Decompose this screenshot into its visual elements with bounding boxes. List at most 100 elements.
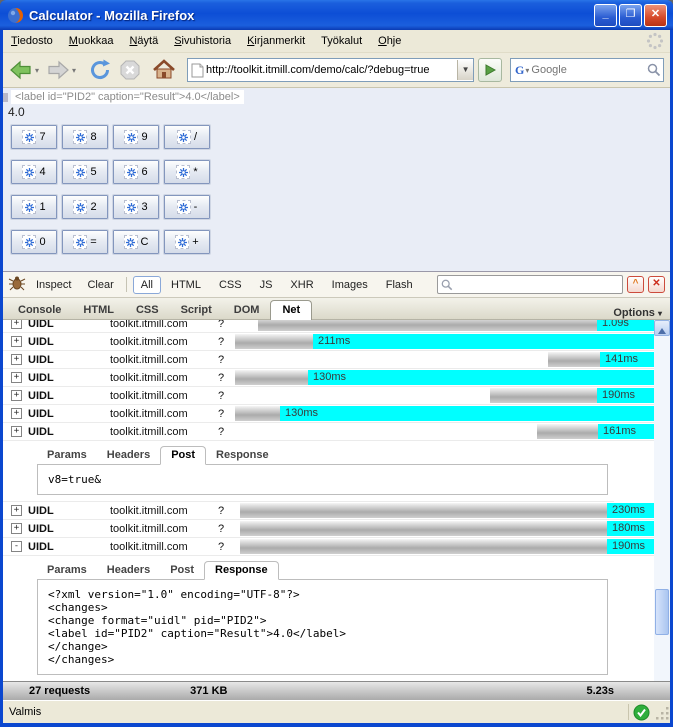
expander-icon[interactable]: + — [11, 408, 22, 419]
menu-item-sivuhistoria[interactable]: Sivuhistoria — [166, 32, 239, 50]
detail-tab-params[interactable]: Params — [37, 562, 97, 579]
calc-button-+[interactable]: + — [163, 229, 211, 255]
tab-html[interactable]: HTML — [72, 301, 125, 319]
detail-tab-headers[interactable]: Headers — [97, 562, 160, 579]
calc-button-5[interactable]: 5 — [61, 159, 109, 185]
menu-item-työkalut[interactable]: Työkalut — [313, 32, 370, 50]
minimize-button[interactable]: _ — [594, 3, 617, 27]
expander-icon[interactable]: + — [11, 354, 22, 365]
calc-button-3[interactable]: 3 — [112, 194, 160, 220]
back-button[interactable]: ▾ — [7, 57, 40, 83]
expander-icon[interactable]: + — [11, 505, 22, 516]
expander-icon[interactable]: + — [11, 372, 22, 383]
tab-console[interactable]: Console — [7, 301, 72, 319]
request-timeline: 1.09s — [235, 320, 654, 331]
calc-button-/[interactable]: / — [163, 124, 211, 150]
calc-button-0[interactable]: 0 — [10, 229, 58, 255]
detail-tab-post[interactable]: Post — [160, 446, 207, 465]
net-request-row[interactable]: + UIDL toolkit.itmill.com? 211ms — [3, 333, 654, 351]
filter-js[interactable]: JS — [252, 276, 281, 294]
firebug-detach-button[interactable]: ^ — [627, 276, 644, 293]
home-button[interactable] — [151, 57, 177, 83]
scroll-up-button[interactable] — [654, 320, 670, 336]
filter-flash[interactable]: Flash — [378, 276, 421, 294]
firebug-search-input[interactable] — [453, 277, 619, 292]
calc-button-1[interactable]: 1 — [10, 194, 58, 220]
tab-css[interactable]: CSS — [125, 301, 170, 319]
waiting-bar — [490, 388, 597, 403]
options-menu[interactable]: Options ▾ — [613, 307, 666, 319]
menu-item-tiedosto[interactable]: Tiedosto — [3, 32, 61, 50]
detail-tab-post[interactable]: Post — [160, 562, 204, 579]
calc-button-label: C — [140, 236, 149, 248]
calc-button--[interactable]: - — [163, 194, 211, 220]
stop-button[interactable] — [117, 57, 143, 83]
menu-item-muokkaa[interactable]: Muokkaa — [61, 32, 122, 50]
menu-item-kirjanmerkit[interactable]: Kirjanmerkit — [239, 32, 313, 50]
net-request-row[interactable]: + UIDL toolkit.itmill.com? 190ms — [3, 387, 654, 405]
calc-button-6[interactable]: 6 — [112, 159, 160, 185]
expander-icon[interactable]: - — [11, 541, 22, 552]
filter-css[interactable]: CSS — [211, 276, 250, 294]
menu-item-näytä[interactable]: Näytä — [121, 32, 166, 50]
firebug-close-button[interactable]: ✕ — [648, 276, 665, 293]
menu-item-ohje[interactable]: Ohje — [370, 32, 409, 50]
firebug-bug-icon[interactable] — [8, 275, 26, 294]
filter-all[interactable]: All — [132, 275, 161, 294]
web-search-input[interactable] — [529, 63, 648, 77]
detail-tab-response[interactable]: Response — [206, 447, 279, 464]
scrollbar-thumb[interactable] — [655, 589, 669, 635]
waiting-bar — [240, 539, 607, 554]
expander-icon[interactable]: + — [11, 426, 22, 437]
waiting-bar — [258, 320, 597, 331]
detail-tab-response[interactable]: Response — [204, 561, 279, 580]
request-name: UIDL — [28, 389, 54, 402]
calc-button-7[interactable]: 7 — [10, 124, 58, 150]
net-request-row[interactable]: - UIDL toolkit.itmill.com? 190ms — [3, 538, 654, 556]
net-request-row[interactable]: + UIDL toolkit.itmill.com? 230ms — [3, 502, 654, 520]
filter-xhr[interactable]: XHR — [282, 276, 321, 294]
detail-tab-headers[interactable]: Headers — [97, 447, 160, 464]
calc-button-9[interactable]: 9 — [112, 124, 160, 150]
sprite-icon — [22, 235, 37, 249]
request-path: ? — [218, 504, 225, 517]
reload-button[interactable] — [87, 57, 113, 83]
calc-button-label: - — [193, 201, 198, 213]
calc-button-*[interactable]: * — [163, 159, 211, 185]
close-button[interactable]: ✕ — [644, 3, 667, 27]
net-request-row[interactable]: + UIDL toolkit.itmill.com? 180ms — [3, 520, 654, 538]
calc-button-4[interactable]: 4 — [10, 159, 58, 185]
tab-script[interactable]: Script — [170, 301, 223, 319]
filter-html[interactable]: HTML — [163, 276, 209, 294]
net-request-row[interactable]: + UIDL toolkit.itmill.com? 161ms — [3, 423, 654, 441]
forward-button[interactable]: ▾ — [44, 57, 77, 83]
net-request-row[interactable]: + UIDL toolkit.itmill.com? 141ms — [3, 351, 654, 369]
calc-button-=[interactable]: = — [61, 229, 109, 255]
clear-button[interactable]: Clear — [81, 277, 119, 293]
filter-images[interactable]: Images — [324, 276, 376, 294]
go-button[interactable] — [478, 58, 503, 82]
calc-button-C[interactable]: C — [112, 229, 160, 255]
sprite-icon — [124, 130, 139, 144]
net-request-row[interactable]: + UIDL toolkit.itmill.com? 130ms — [3, 405, 654, 423]
inspect-button[interactable]: Inspect — [30, 277, 77, 293]
tab-net[interactable]: Net — [270, 300, 313, 320]
url-dropdown-button[interactable]: ▼ — [457, 60, 474, 80]
maximize-button[interactable]: ❐ — [619, 3, 642, 27]
net-request-row[interactable]: + UIDL toolkit.itmill.com? 1.09s — [3, 320, 654, 333]
request-timeline: 211ms — [235, 334, 654, 349]
expander-icon[interactable]: + — [11, 320, 22, 329]
expander-icon[interactable]: + — [11, 336, 22, 347]
magnifier-icon[interactable] — [647, 63, 661, 77]
resize-grip[interactable] — [656, 704, 670, 720]
detail-tab-params[interactable]: Params — [37, 447, 97, 464]
calc-button-2[interactable]: 2 — [61, 194, 109, 220]
tab-dom[interactable]: DOM — [223, 301, 271, 319]
expander-icon[interactable]: + — [11, 390, 22, 401]
url-input[interactable] — [204, 60, 458, 80]
net-request-row[interactable]: + UIDL toolkit.itmill.com? 130ms — [3, 369, 654, 387]
expander-icon[interactable]: + — [11, 523, 22, 534]
detail-tab-bar: Params Headers Post Response — [37, 445, 608, 465]
calc-button-8[interactable]: 8 — [61, 124, 109, 150]
net-scrollbar[interactable] — [654, 320, 670, 681]
